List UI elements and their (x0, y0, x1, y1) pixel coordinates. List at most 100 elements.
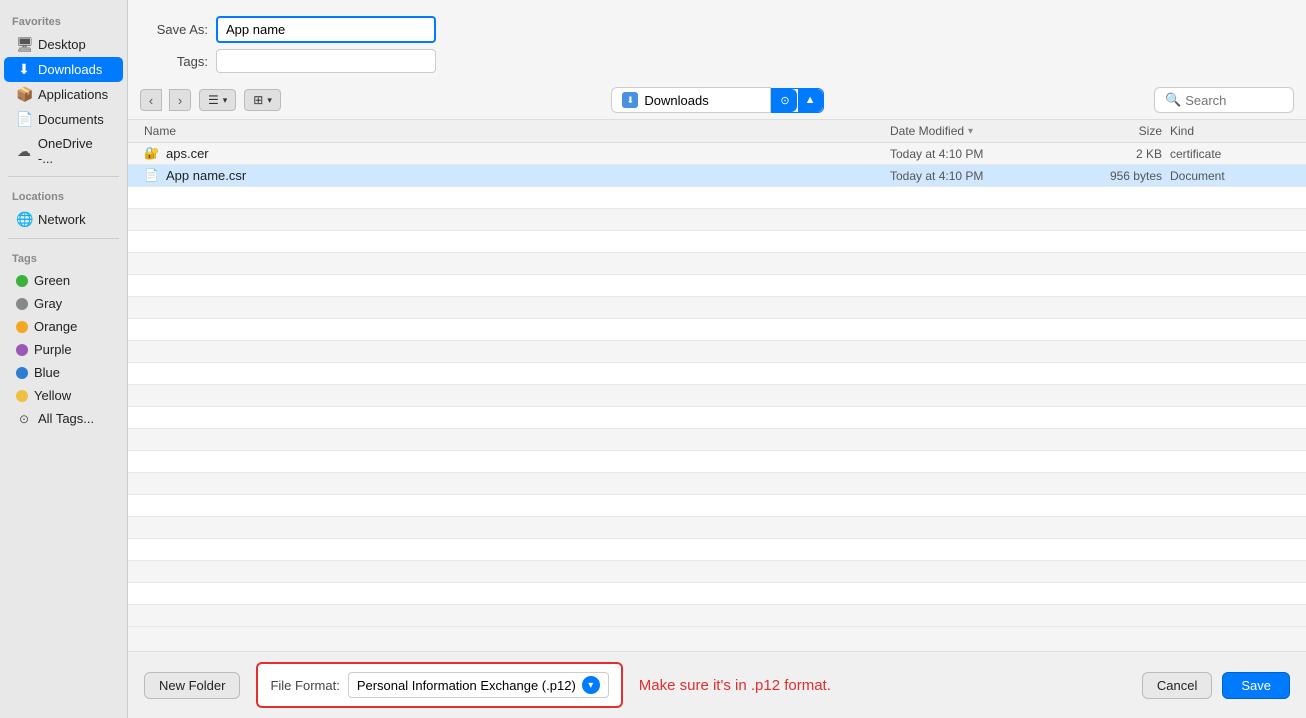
empty-row (128, 385, 1306, 407)
empty-row (128, 539, 1306, 561)
tags-input[interactable] (216, 49, 436, 73)
orange-dot (16, 321, 28, 333)
back-button[interactable]: ‹ (140, 89, 162, 111)
empty-row (128, 253, 1306, 275)
tags-label: Tags: (148, 54, 208, 69)
new-folder-button[interactable]: New Folder (144, 672, 240, 699)
list-chevron: ▾ (223, 95, 228, 106)
empty-row (128, 495, 1306, 517)
sidebar-all-tags[interactable]: ⊙ All Tags... (4, 407, 123, 430)
file-name: App name.csr (166, 168, 890, 183)
empty-row (128, 341, 1306, 363)
sidebar-tag-orange[interactable]: Orange (4, 315, 123, 338)
col-name-header[interactable]: Name (144, 124, 890, 138)
empty-row (128, 451, 1306, 473)
expand-icon: ▲ (805, 94, 816, 106)
file-format-value: Personal Information Exchange (.p12) (357, 678, 576, 693)
sidebar-item-applications[interactable]: 📦 Applications (4, 82, 123, 107)
file-format-select[interactable]: Personal Information Exchange (.p12) ▾ (348, 672, 609, 698)
sidebar-item-downloads[interactable]: ⬇ Downloads (4, 57, 123, 82)
empty-row (128, 275, 1306, 297)
sidebar-tag-blue[interactable]: Blue (4, 361, 123, 384)
file-size: 2 KB (1070, 147, 1170, 161)
grid-icon: ⊞ (253, 93, 263, 107)
file-row[interactable]: 🔐 aps.cer Today at 4:10 PM 2 KB certific… (128, 143, 1306, 165)
empty-row (128, 231, 1306, 253)
save-button[interactable]: Save (1222, 672, 1290, 699)
location-dropdown-arrow[interactable]: ⊙ (773, 89, 796, 112)
empty-row (128, 517, 1306, 539)
sidebar-tag-gray[interactable]: Gray (4, 292, 123, 315)
file-row[interactable]: 📄 App name.csr Today at 4:10 PM 956 byte… (128, 165, 1306, 187)
tag-label: Yellow (34, 388, 71, 403)
save-as-label: Save As: (148, 22, 208, 37)
file-icon-aps: 🔐 (144, 146, 160, 162)
search-box: 🔍 (1154, 87, 1294, 113)
locations-label: Locations (0, 183, 127, 207)
all-tags-icon: ⊙ (16, 412, 32, 426)
search-input[interactable] (1185, 93, 1283, 108)
tag-label: Green (34, 273, 70, 288)
dropdown-chevron-icon: ⊙ (780, 94, 789, 107)
location-name: Downloads (644, 93, 708, 108)
sidebar-item-label: OneDrive -... (38, 136, 111, 166)
empty-row (128, 407, 1306, 429)
sidebar-item-label: Desktop (38, 37, 86, 52)
empty-row (128, 209, 1306, 231)
col-kind-header[interactable]: Kind (1170, 124, 1290, 138)
sidebar-item-network[interactable]: 🌐 Network (4, 207, 123, 232)
cancel-button[interactable]: Cancel (1142, 672, 1212, 699)
empty-row (128, 297, 1306, 319)
location-dropdown[interactable]: ⬇ Downloads (611, 87, 771, 113)
network-icon: 🌐 (16, 211, 32, 228)
sidebar-item-label: Applications (38, 87, 108, 102)
yellow-dot (16, 390, 28, 402)
tag-label: Purple (34, 342, 72, 357)
empty-row (128, 605, 1306, 627)
save-as-row: Save As: (148, 16, 1286, 43)
sidebar-item-label: Network (38, 212, 86, 227)
grid-view-button[interactable]: ⊞ ▾ (244, 89, 281, 111)
tag-label: Orange (34, 319, 77, 334)
tag-label: Blue (34, 365, 60, 380)
sidebar-tag-green[interactable]: Green (4, 269, 123, 292)
sidebar-item-desktop[interactable]: 🖥 Desktop (4, 32, 123, 57)
gray-dot (16, 298, 28, 310)
file-icon-csr: 📄 (144, 168, 160, 184)
col-date-header[interactable]: Date Modified ▾ (890, 124, 1070, 138)
sidebar-item-onedrive[interactable]: ☁ OneDrive -... (4, 132, 123, 170)
sidebar-item-label: Documents (38, 112, 104, 127)
divider-locations (8, 176, 119, 177)
tags-row: Tags: (148, 49, 1286, 73)
sidebar: Favorites 🖥 Desktop ⬇ Downloads 📦 Applic… (0, 0, 128, 718)
annotation-text: Make sure it's in .p12 format. (639, 677, 831, 694)
documents-icon: 📄 (16, 111, 32, 128)
sort-arrow-icon: ▾ (968, 126, 973, 137)
empty-row (128, 429, 1306, 451)
empty-row (128, 561, 1306, 583)
empty-row (128, 187, 1306, 209)
file-kind: Document (1170, 169, 1290, 183)
col-size-header[interactable]: Size (1070, 124, 1170, 138)
file-list: 🔐 aps.cer Today at 4:10 PM 2 KB certific… (128, 143, 1306, 651)
empty-row (128, 363, 1306, 385)
bottom-bar: New Folder File Format: Personal Informa… (128, 651, 1306, 718)
format-chevron-icon: ▾ (582, 676, 600, 694)
file-list-header: Name Date Modified ▾ Size Kind (128, 120, 1306, 143)
location-expand-button[interactable]: ▲ (798, 89, 823, 112)
top-form: Save As: Tags: (128, 0, 1306, 81)
forward-button[interactable]: › (169, 89, 191, 111)
onedrive-icon: ☁ (16, 143, 32, 160)
desktop-icon: 🖥 (16, 36, 32, 53)
save-as-input[interactable] (216, 16, 436, 43)
downloads-icon: ⬇ (16, 61, 32, 78)
tag-label: All Tags... (38, 411, 94, 426)
location-folder-icon: ⬇ (622, 92, 638, 108)
list-view-button[interactable]: ☰ ▾ (199, 89, 236, 111)
file-size: 956 bytes (1070, 169, 1170, 183)
sidebar-tag-yellow[interactable]: Yellow (4, 384, 123, 407)
sidebar-tag-purple[interactable]: Purple (4, 338, 123, 361)
sidebar-item-documents[interactable]: 📄 Documents (4, 107, 123, 132)
file-name: aps.cer (166, 146, 890, 161)
list-icon: ☰ (208, 93, 219, 107)
